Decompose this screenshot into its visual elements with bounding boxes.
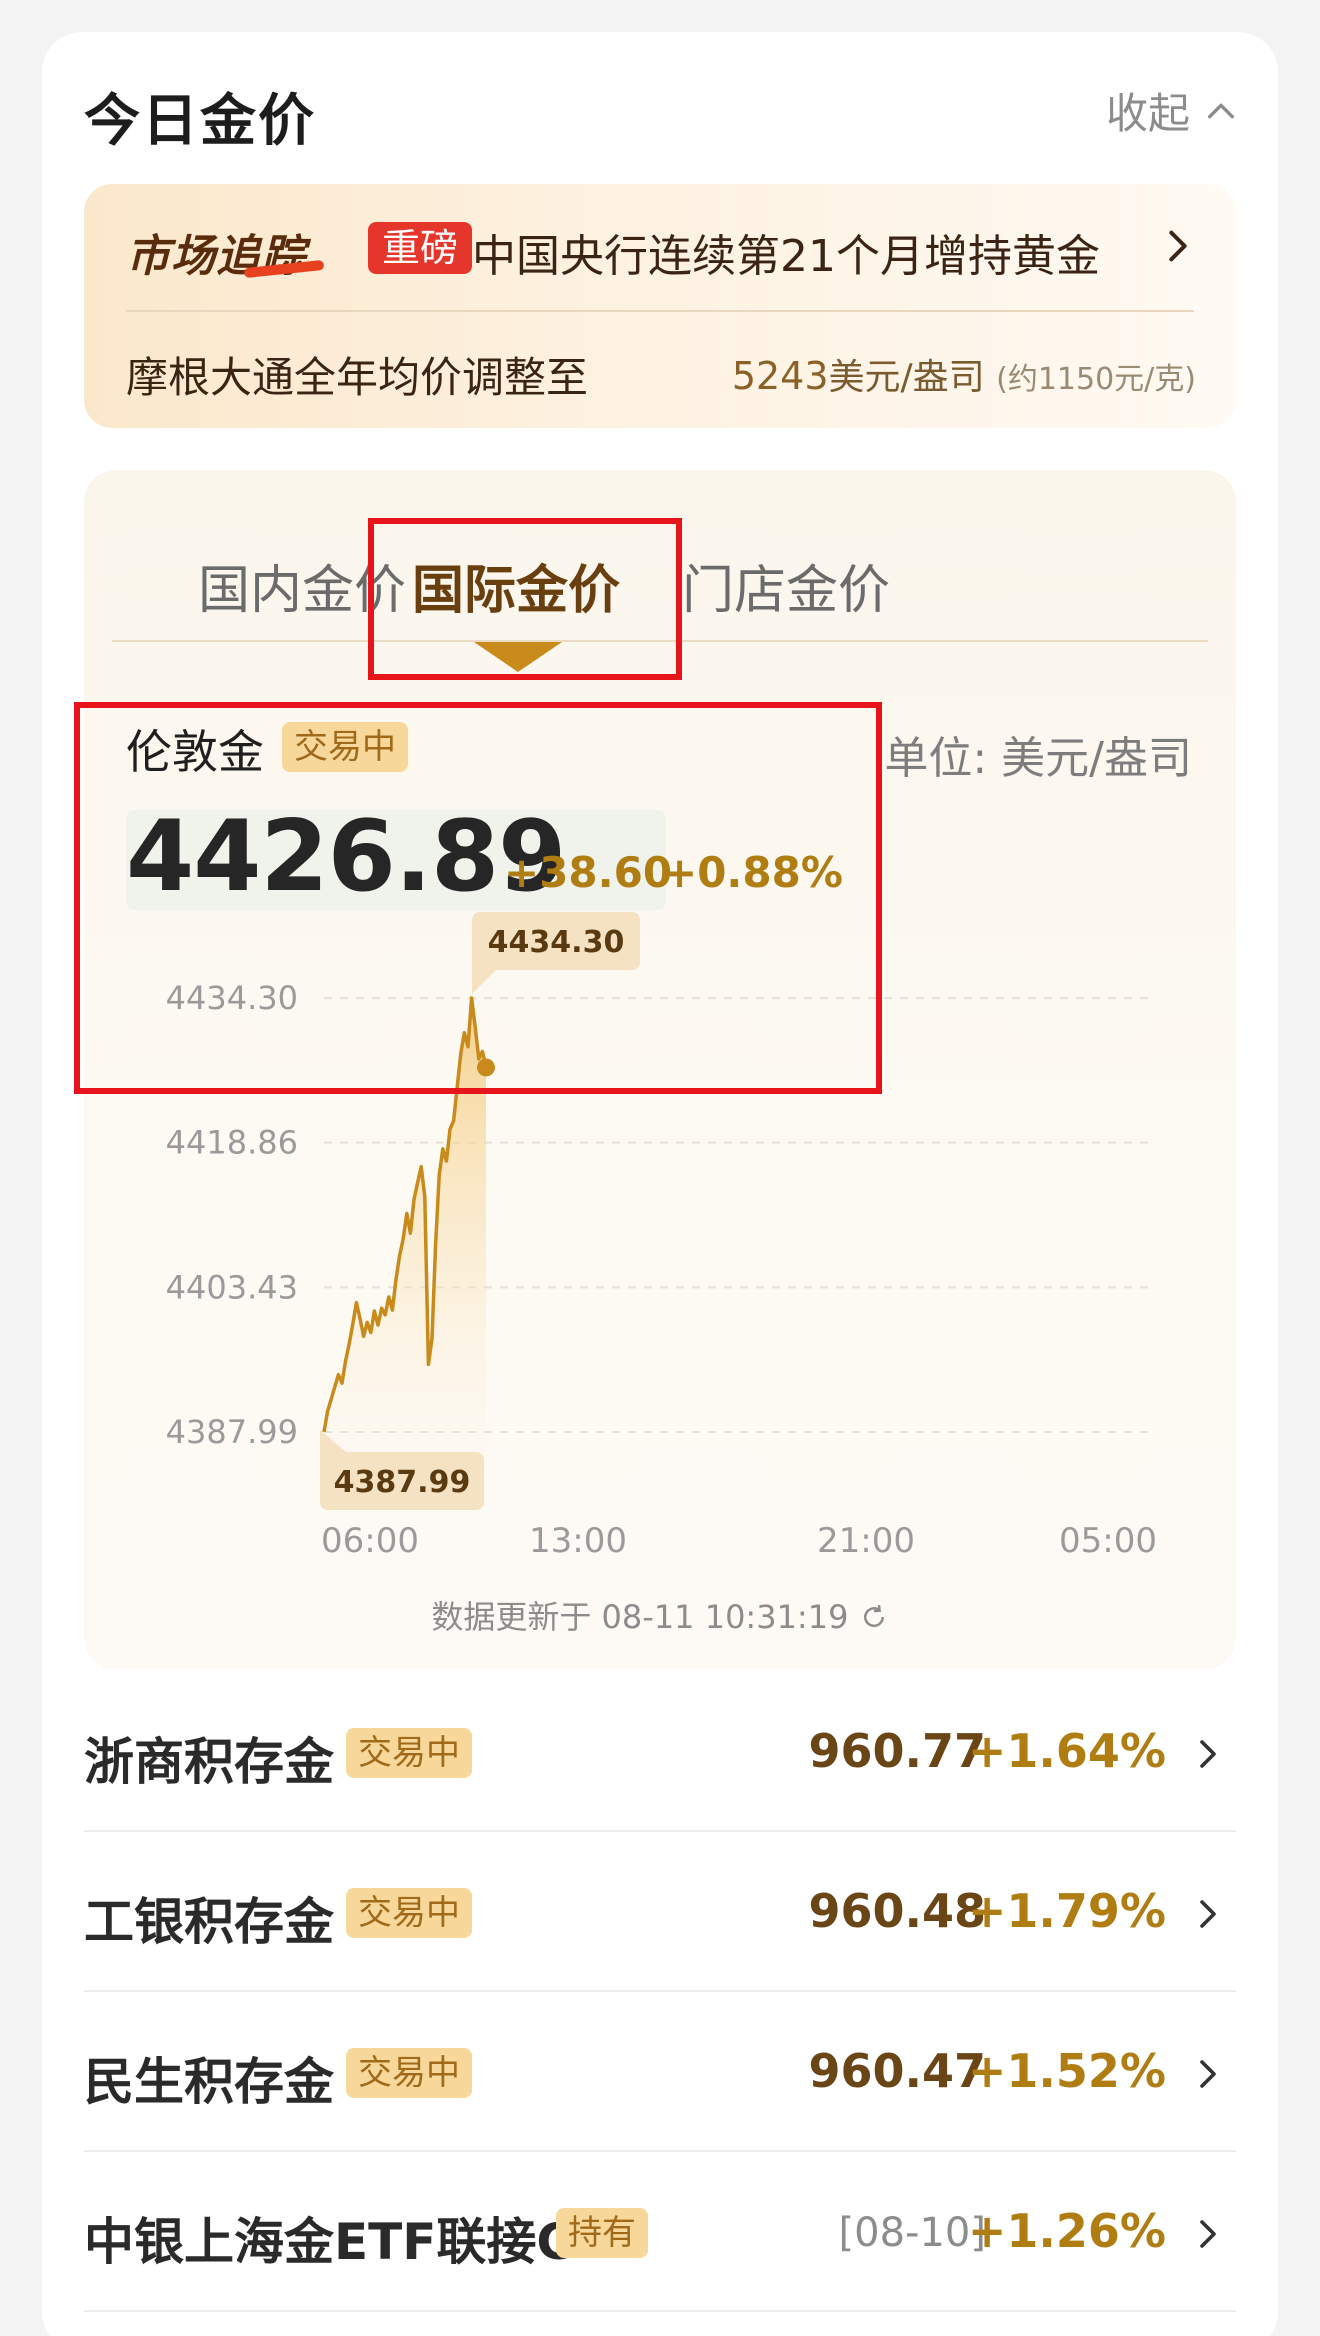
- news-sub-value: 5243美元/盎司 (约1150元/克): [731, 354, 1196, 398]
- refresh-icon[interactable]: [859, 1602, 889, 1632]
- chevron-right-icon[interactable]: [1158, 226, 1198, 266]
- product-change-percent: +1.64%: [967, 1724, 1166, 1778]
- product-date: [08-10]: [838, 2210, 986, 2256]
- status-badge: 交易中: [346, 1728, 472, 1778]
- list-item[interactable]: 浙商积存金 交易中 960.77 +1.64%: [84, 1672, 1236, 1832]
- status-badge: 持有: [556, 2208, 648, 2258]
- list-item[interactable]: 民生积存金 交易中 960.47 +1.52%: [84, 1992, 1236, 2152]
- product-name: 民生积存金: [84, 2053, 334, 2111]
- product-name: 中银上海金ETF联接C: [84, 2213, 574, 2271]
- product-price: 960.47: [808, 2044, 986, 2098]
- list-item[interactable]: 中银上海金ETF联接C 持有 [08-10] +1.26%: [84, 2152, 1236, 2312]
- product-price: 960.77: [808, 1724, 986, 1778]
- page-title: 今日金价: [84, 89, 316, 154]
- chevron-right-icon[interactable]: [1190, 2054, 1226, 2094]
- list-item[interactable]: 工银积存金 交易中 960.48 +1.79%: [84, 1832, 1236, 1992]
- news-brand-logo: 市场追踪: [126, 220, 325, 284]
- chevron-right-icon[interactable]: [1190, 1894, 1226, 1934]
- update-time[interactable]: 数据更新于 08-11 10:31:19: [0, 1592, 1320, 1638]
- product-name: 工银积存金: [84, 1893, 334, 1951]
- headline-tag: 重磅: [368, 222, 473, 274]
- collapse-button[interactable]: 收起: [1106, 80, 1238, 141]
- status-badge: 交易中: [346, 1888, 472, 1938]
- chevron-right-icon[interactable]: [1190, 2214, 1226, 2254]
- market-news-banner[interactable]: 市场追踪 重磅 中国央行连续第21个月增持黄金 摩根大通全年均价调整至 5243…: [84, 184, 1236, 428]
- news-headline[interactable]: 中国央行连续第21个月增持黄金: [472, 220, 1100, 284]
- chevron-up-icon: [1207, 103, 1235, 118]
- product-change-percent: +1.26%: [967, 2204, 1166, 2258]
- news-sub-text: 摩根大通全年均价调整至: [126, 353, 589, 402]
- news-divider: [126, 310, 1194, 312]
- highlight-box-tab: [368, 518, 682, 680]
- product-price: 960.48: [808, 1884, 986, 1938]
- product-change-percent: +1.79%: [967, 1884, 1166, 1938]
- status-badge: 交易中: [346, 2048, 472, 2098]
- tab-store[interactable]: 门店金价: [682, 548, 890, 623]
- product-change-percent: +1.52%: [967, 2044, 1166, 2098]
- unit-label: 单位: 美元/盎司: [884, 733, 1192, 784]
- collapse-label: 收起: [1105, 89, 1190, 138]
- chevron-right-icon[interactable]: [1190, 1734, 1226, 1774]
- product-name: 浙商积存金: [84, 1733, 334, 1791]
- highlight-box-price: [74, 702, 882, 1094]
